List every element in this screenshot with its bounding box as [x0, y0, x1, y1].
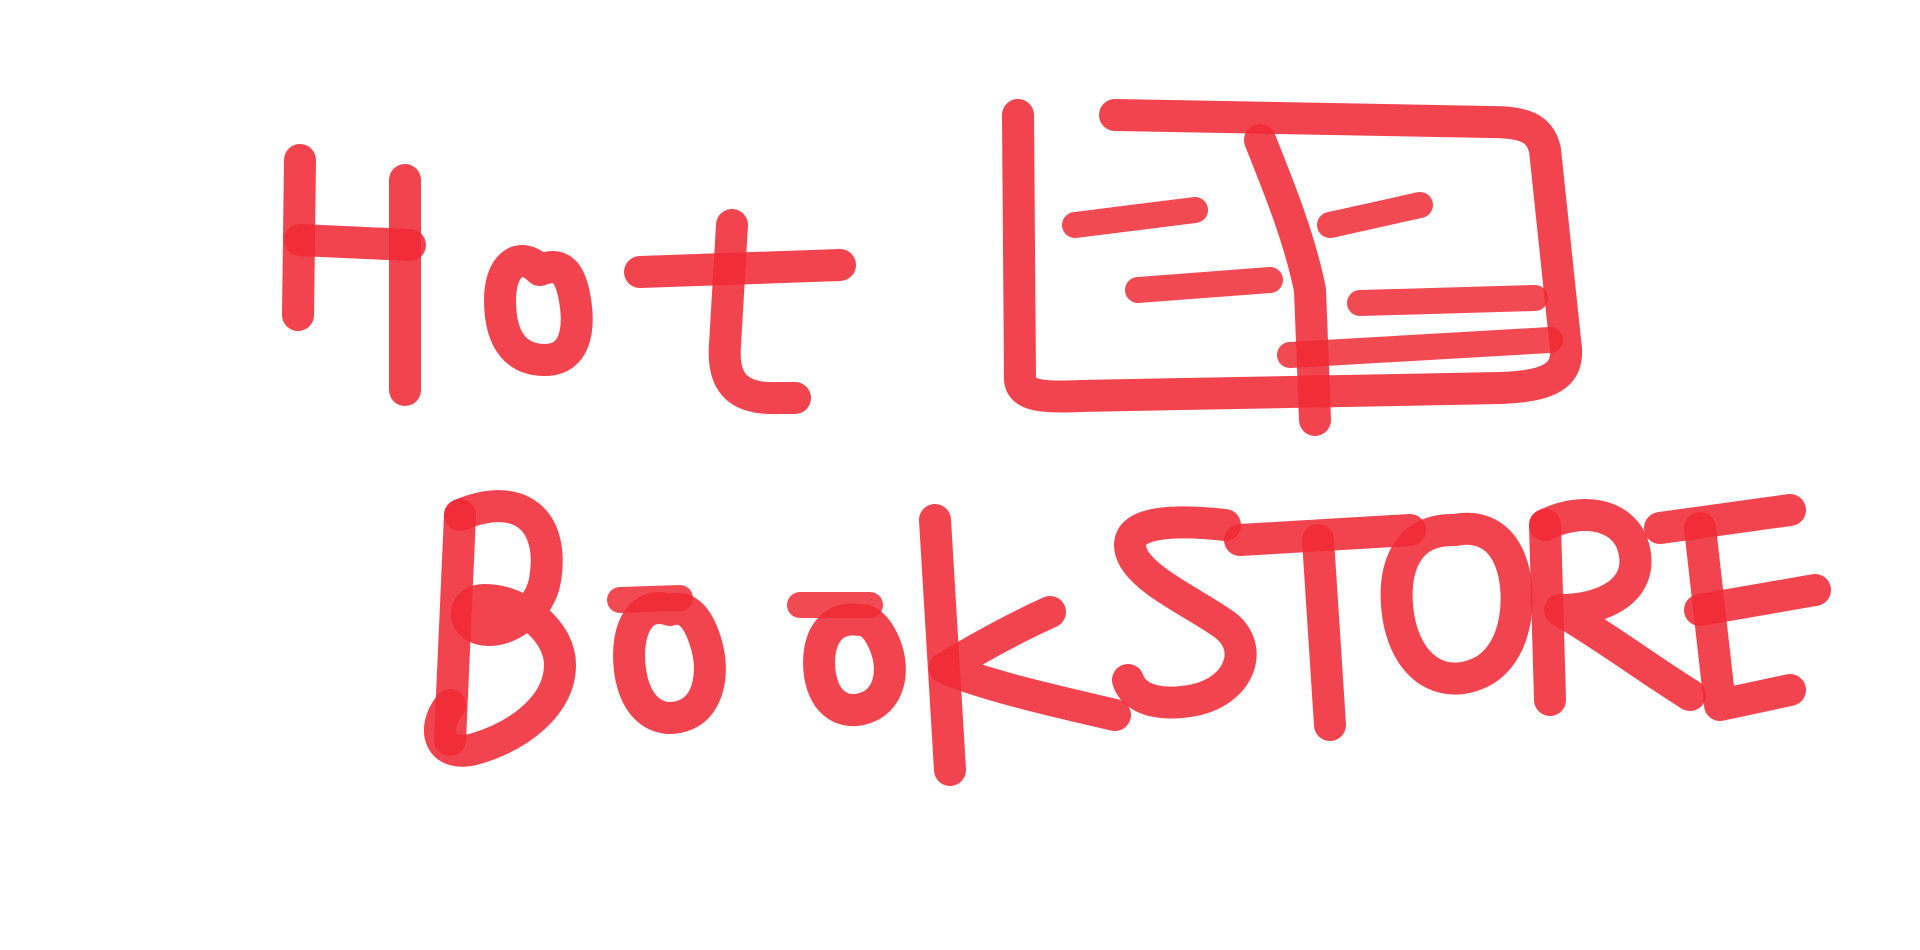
drawing-canvas: Hot BookSTORE [0, 0, 1920, 950]
open-book-icon [1002, 99, 1583, 436]
word-bookstore [424, 490, 1831, 786]
word-hot [282, 144, 856, 415]
hand-drawn-artwork [282, 99, 1831, 786]
